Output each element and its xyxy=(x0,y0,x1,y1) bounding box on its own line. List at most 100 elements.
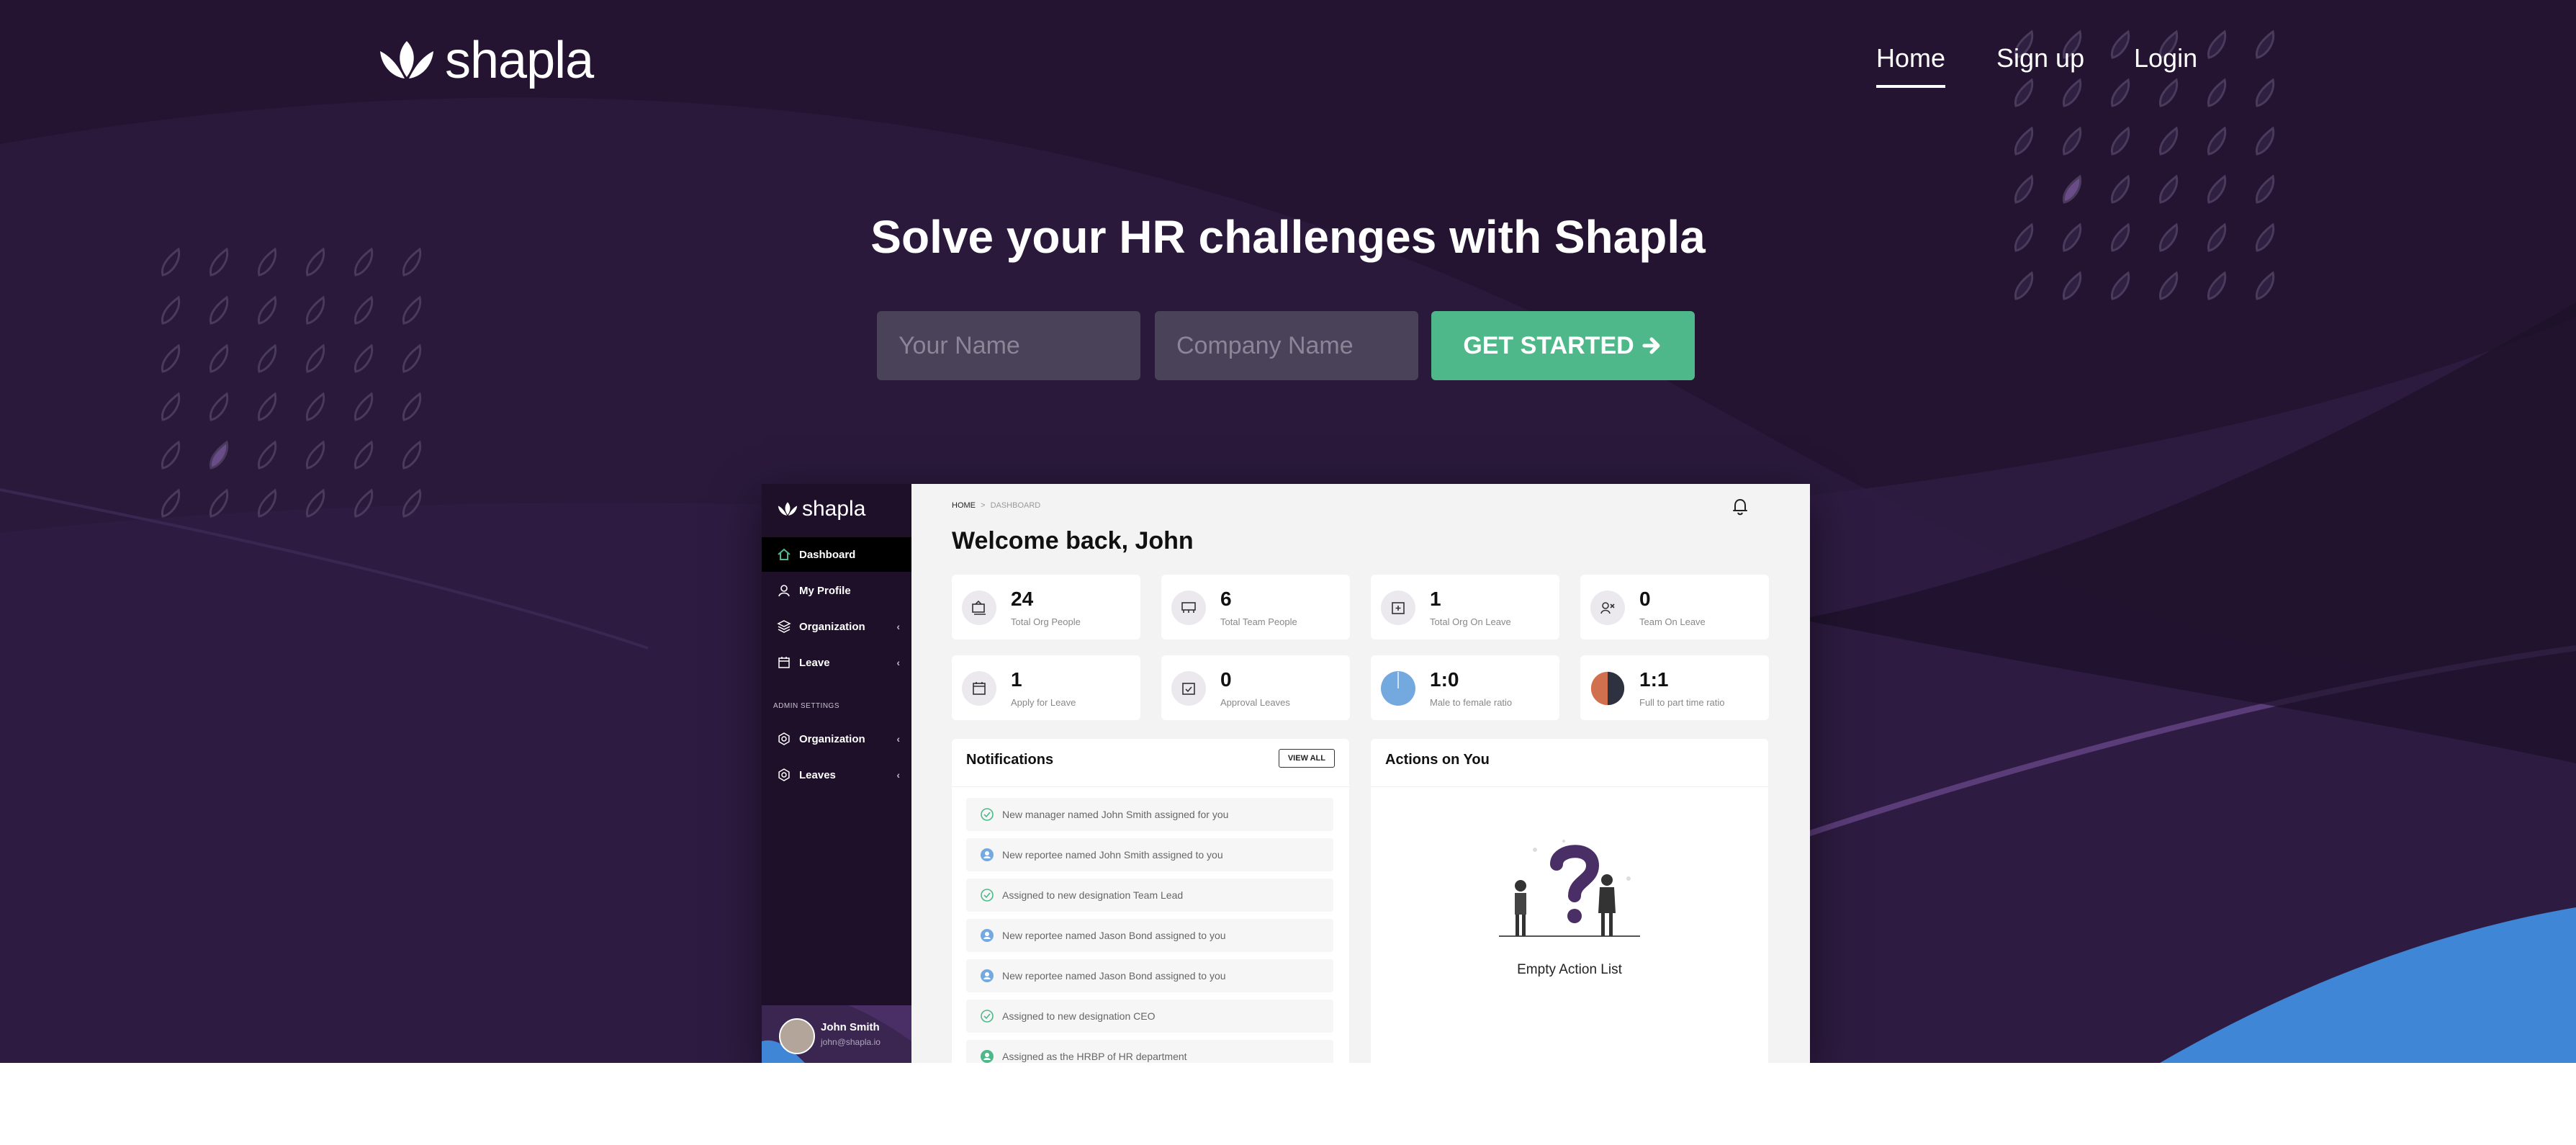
notification-text: New reportee named Jason Bond assigned t… xyxy=(1002,930,1226,941)
breadcrumb-separator: > xyxy=(981,501,986,510)
notification-item[interactable]: Assigned to new designation Team Lead xyxy=(966,879,1333,912)
layers-icon xyxy=(776,619,792,634)
leaf-shape xyxy=(2062,126,2082,156)
avatar xyxy=(779,1018,815,1054)
stat-label: Male to female ratio xyxy=(1430,697,1513,708)
sidebar-item-leave[interactable]: Leave ‹ xyxy=(762,645,911,680)
check-circle-icon xyxy=(979,887,995,903)
sidebar-item-admin-organization[interactable]: Organization ‹ xyxy=(762,722,911,756)
leaf-shape xyxy=(2062,174,2082,204)
stat-card-total-org-people[interactable]: 24 Total Org People xyxy=(952,575,1140,639)
sidebar-item-admin-leaves[interactable]: Leaves ‹ xyxy=(762,758,911,792)
stat-value: 1 xyxy=(1430,588,1441,610)
stat-card-total-org-on-leave[interactable]: 1 Total Org On Leave xyxy=(1371,575,1559,639)
get-started-button[interactable]: GET STARTED xyxy=(1431,311,1695,380)
nav-signup-link[interactable]: Sign up xyxy=(1996,43,2084,73)
stat-card-male-female-ratio[interactable]: 1:0 Male to female ratio xyxy=(1371,655,1559,720)
notification-text: New reportee named Jason Bond assigned t… xyxy=(1002,970,1226,982)
stat-value: 1:0 xyxy=(1430,668,1459,691)
sidebar-item-label: Dashboard xyxy=(799,548,856,561)
leaf-shape xyxy=(2014,126,2034,156)
arrow-right-icon xyxy=(1642,337,1660,354)
gear-icon xyxy=(776,731,792,747)
leaf-shape xyxy=(2158,126,2179,156)
stat-value: 1 xyxy=(1011,668,1022,691)
page-bottom xyxy=(0,1063,2576,1145)
stat-card-full-part-time-ratio[interactable]: 1:1 Full to part time ratio xyxy=(1580,655,1769,720)
stat-card-team-on-leave[interactable]: 0 Team On Leave xyxy=(1580,575,1769,639)
dashboard-preview: shapla Dashboard My Profile Organization… xyxy=(762,484,1810,1063)
your-name-input[interactable] xyxy=(877,311,1140,380)
leaf-shape xyxy=(2158,271,2179,300)
sidebar-user-card[interactable]: John Smith john@shapla.io xyxy=(762,1005,911,1063)
leaf-shape xyxy=(2158,174,2179,204)
home-icon xyxy=(776,547,792,562)
notification-item[interactable]: New reportee named Jason Bond assigned t… xyxy=(966,959,1333,992)
check-circle-icon xyxy=(979,1008,995,1024)
sidebar-item-label: Organization xyxy=(799,732,865,745)
sidebar-logo: shapla xyxy=(776,497,865,521)
sidebar-item-label: Organization xyxy=(799,620,865,633)
notification-text: Assigned to new designation CEO xyxy=(1002,1010,1156,1022)
notification-item[interactable]: Assigned as the HRBP of HR department xyxy=(966,1040,1333,1063)
nav-login-link[interactable]: Login xyxy=(2134,43,2197,73)
empty-action-list-label: Empty Action List xyxy=(1517,962,1622,977)
nav-home-link[interactable]: Home xyxy=(1876,43,1946,88)
breadcrumb-current: DASHBOARD xyxy=(990,501,1041,510)
notification-item[interactable]: New reportee named Jason Bond assigned t… xyxy=(966,919,1333,952)
leaf-shape xyxy=(2255,126,2275,156)
hero-headline: Solve your HR challenges with Shapla xyxy=(870,211,1706,263)
stat-card-approval-leaves[interactable]: 0 Approval Leaves xyxy=(1161,655,1350,720)
notification-text: Assigned as the HRBP of HR department xyxy=(1002,1051,1187,1062)
leaf-shape xyxy=(2255,271,2275,300)
stat-card-apply-for-leave[interactable]: 1 Apply for Leave xyxy=(952,655,1140,720)
company-name-input[interactable] xyxy=(1155,311,1418,380)
user-circle-icon xyxy=(979,968,995,984)
stat-label: Apply for Leave xyxy=(1011,697,1076,708)
sidebar-brand-name: shapla xyxy=(802,497,866,521)
user-circle-icon xyxy=(979,928,995,943)
admin-settings-heading: ADMIN SETTINGS xyxy=(773,702,840,710)
notification-text: New manager named John Smith assigned fo… xyxy=(1002,809,1229,820)
dashboard-sidebar: shapla Dashboard My Profile Organization… xyxy=(762,484,911,1063)
calendar-plus-icon xyxy=(1381,591,1415,625)
notification-item[interactable]: Assigned to new designation CEO xyxy=(966,1000,1333,1033)
leaf-shape xyxy=(2110,174,2130,204)
get-started-label: GET STARTED xyxy=(1463,331,1634,359)
bell-icon[interactable] xyxy=(1729,495,1751,521)
user-email: john@shapla.io xyxy=(821,1037,881,1047)
leaf-shape xyxy=(2207,271,2227,300)
user-icon xyxy=(776,583,792,598)
sidebar-item-label: My Profile xyxy=(799,584,851,597)
chevron-left-icon: ‹ xyxy=(896,621,900,632)
lotus-icon xyxy=(778,502,798,516)
sidebar-item-dashboard[interactable]: Dashboard xyxy=(762,537,911,572)
stat-label: Full to part time ratio xyxy=(1639,697,1725,708)
check-circle-icon xyxy=(979,807,995,822)
stat-card-total-team-people[interactable]: 6 Total Team People xyxy=(1161,575,1350,639)
sidebar-item-label: Leave xyxy=(799,656,830,669)
stat-label: Approval Leaves xyxy=(1220,697,1290,708)
user-circle-icon xyxy=(979,1049,995,1063)
view-all-button[interactable]: VIEW ALL xyxy=(1278,749,1335,768)
calendar-icon xyxy=(776,655,792,670)
notification-item[interactable]: New reportee named John Smith assigned t… xyxy=(966,838,1333,871)
chevron-left-icon: ‹ xyxy=(896,769,900,781)
notification-text: Assigned to new designation Team Lead xyxy=(1002,889,1184,901)
sidebar-item-organization[interactable]: Organization ‹ xyxy=(762,609,911,644)
brand-logo[interactable]: shapla xyxy=(374,32,594,89)
empty-question-illustration xyxy=(1499,840,1640,937)
leaf-shape xyxy=(2255,174,2275,204)
leaf-shape xyxy=(2062,271,2082,300)
pie-half-icon xyxy=(1590,671,1625,706)
sidebar-item-my-profile[interactable]: My Profile xyxy=(762,573,911,608)
stat-label: Total Org On Leave xyxy=(1430,616,1511,627)
actions-title: Actions on You xyxy=(1385,752,1490,768)
welcome-heading: Welcome back, John xyxy=(952,527,1194,554)
pie-full-icon xyxy=(1381,671,1415,706)
top-navigation: shapla Home Sign up Login xyxy=(0,0,2576,122)
user-name: John Smith xyxy=(821,1021,880,1033)
stat-value: 24 xyxy=(1011,588,1034,610)
notification-item[interactable]: New manager named John Smith assigned fo… xyxy=(966,798,1333,831)
breadcrumb-home[interactable]: HOME xyxy=(952,501,976,510)
